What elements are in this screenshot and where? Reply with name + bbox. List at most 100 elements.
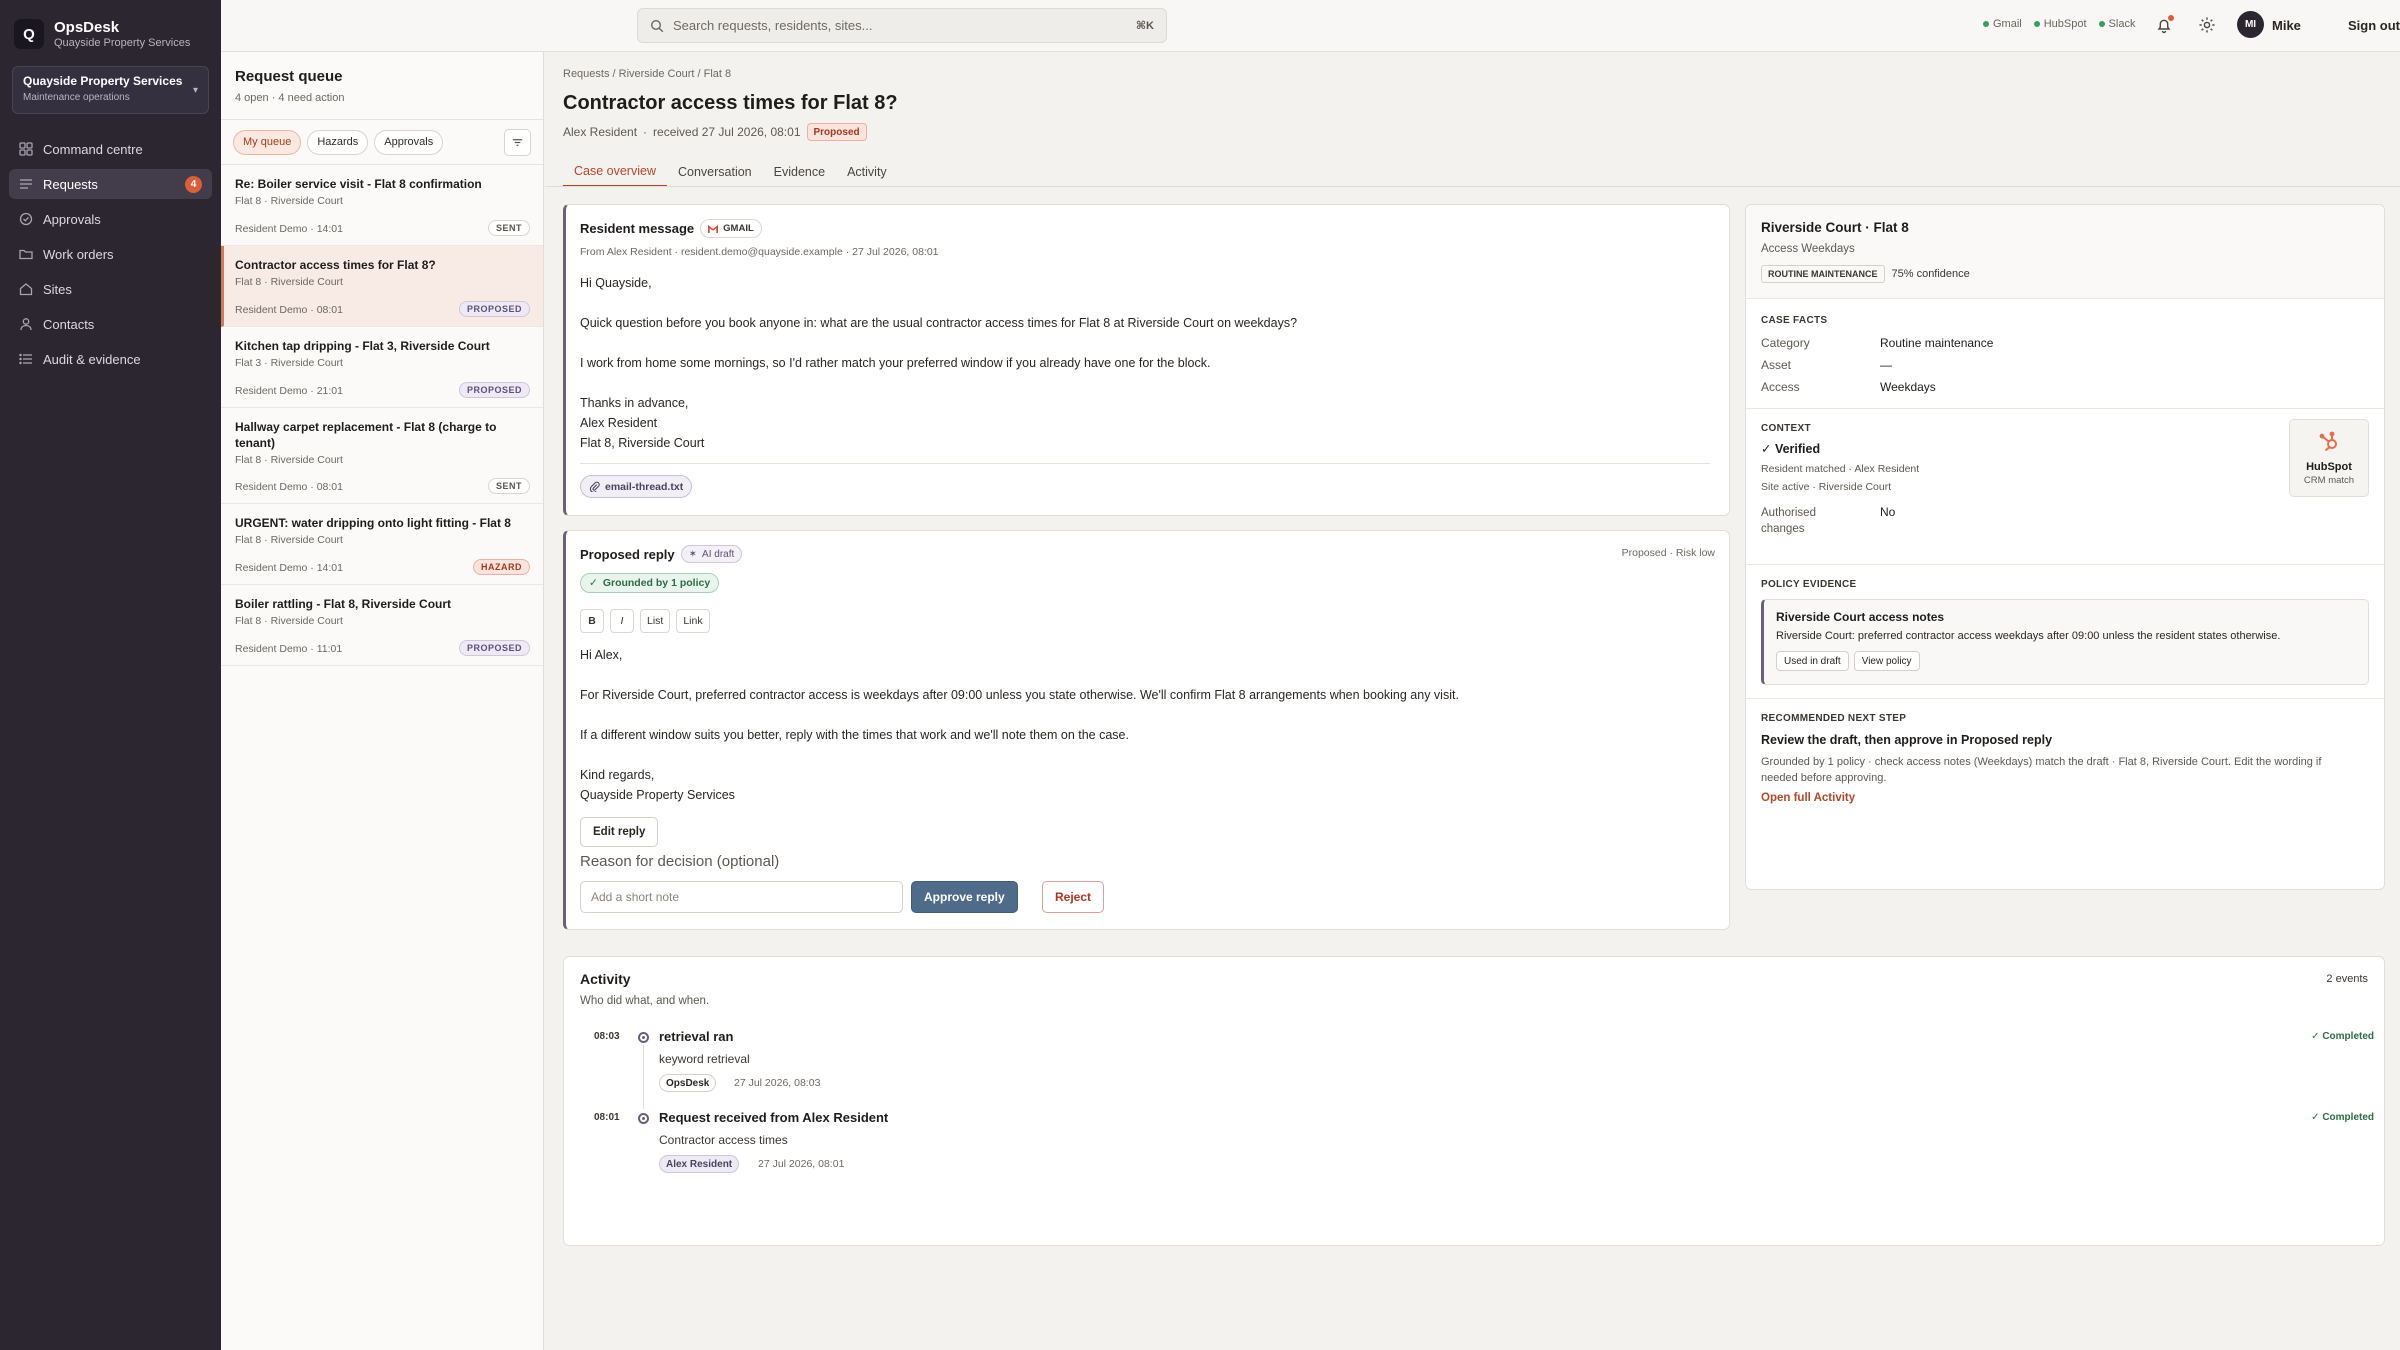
gmail-source-badge: GMAIL (700, 219, 762, 238)
used-in-draft-button[interactable]: Used in draft (1776, 651, 1849, 671)
reply-line: For Riverside Court, preferred contracto… (580, 688, 1459, 702)
search-input[interactable] (673, 18, 1136, 33)
status-badge: HAZARD (473, 559, 530, 575)
list-button[interactable]: List (640, 609, 671, 633)
sidebar-item-work-orders[interactable]: Work orders (9, 239, 212, 269)
reply-line: If a different window suits you better, … (580, 728, 1129, 742)
format-toolbar: B I List Link (580, 609, 716, 633)
integration-slack[interactable]: Slack (2098, 18, 2135, 30)
sidebar-item-label: Work orders (43, 246, 114, 262)
integration-hubspot[interactable]: HubSpot (2033, 18, 2087, 30)
fact-key: Access (1761, 380, 1800, 394)
case-received: received 27 Jul 2026, 08:01 (653, 125, 801, 139)
queue-item-location: Flat 3 · Riverside Court (235, 357, 343, 369)
queue-item-title: Re: Boiler service visit - Flat 8 confir… (235, 177, 482, 191)
avatar[interactable]: MI (2237, 11, 2264, 38)
integration-gmail[interactable]: Gmail (1983, 18, 2022, 30)
queue-item-title: Contractor access times for Flat 8? (235, 258, 436, 272)
message-line: Flat 8, Riverside Court (580, 436, 705, 450)
queue-item[interactable]: Hallway carpet replacement - Flat 8 (cha… (221, 408, 543, 504)
grounded-badge[interactable]: ✓ Grounded by 1 policy (580, 573, 720, 593)
paperclip-icon (589, 481, 600, 492)
fact-row: Asset — (1761, 354, 2361, 376)
link-button[interactable]: Link (676, 609, 710, 633)
ai-draft-badge: ✶ AI draft (680, 545, 743, 563)
brand[interactable]: Q OpsDesk Quayside Property Services (0, 0, 221, 52)
filter-my-queue[interactable]: My queue (233, 129, 302, 155)
queue-filters: My queue Hazards Approvals (221, 120, 543, 165)
sidebar-item-contacts[interactable]: Contacts (9, 309, 212, 339)
tab-evidence[interactable]: Evidence (763, 157, 836, 187)
sidebar-item-sites[interactable]: Sites (9, 274, 212, 304)
resident-message-heading: Resident message (580, 221, 695, 236)
check-icon: ✓ (589, 577, 598, 589)
request-queue: Request queue 4 open · 4 need action My … (221, 52, 544, 1350)
breadcrumb[interactable]: Requests / Riverside Court / Flat 8 (563, 68, 731, 80)
sign-out-button[interactable]: Sign out (2348, 18, 2400, 33)
authorised-changes-value: No (1880, 505, 1896, 519)
queue-item[interactable]: Boiler rattling - Flat 8, Riverside Cour… (221, 585, 543, 666)
sidebar-item-label: Approvals (43, 211, 101, 227)
queue-item[interactable]: URGENT: water dripping onto light fittin… (221, 504, 543, 585)
tab-activity[interactable]: Activity (836, 157, 898, 187)
message-from: From Alex Resident · resident.demo@quays… (580, 246, 939, 258)
reply-line: Kind regards, (580, 768, 655, 782)
reject-button[interactable]: Reject (1042, 881, 1105, 913)
status-dot-icon (1983, 21, 1989, 27)
decision-note-input[interactable] (580, 881, 903, 913)
hubspot-crm-match[interactable]: HubSpot CRM match (2289, 419, 2369, 497)
queue-item-title: URGENT: water dripping onto light fittin… (235, 516, 511, 530)
folder-icon (19, 247, 33, 261)
event-status: ✓ Completed (2311, 1031, 2374, 1042)
open-activity-link[interactable]: Open full Activity (1761, 792, 1855, 804)
policy-card: Riverside Court access notes Riverside C… (1761, 599, 2369, 685)
filter-hazards[interactable]: Hazards (307, 129, 369, 155)
status-badge: SENT (487, 478, 530, 494)
hubspot-icon (2319, 431, 2337, 452)
tab-conversation[interactable]: Conversation (667, 157, 763, 187)
site-active: Site active · Riverside Court (1761, 481, 1892, 493)
status-badge: PROPOSED (458, 382, 530, 398)
integration-label: HubSpot (2043, 18, 2087, 30)
sidebar-item-command-centre[interactable]: Command centre (9, 134, 212, 164)
italic-button[interactable]: I (610, 609, 634, 633)
queue-item[interactable]: Contractor access times for Flat 8? Flat… (221, 246, 543, 327)
next-step-label: RECOMMENDED NEXT STEP (1761, 713, 1907, 724)
edit-reply-button[interactable]: Edit reply (580, 817, 659, 847)
sidebar-item-approvals[interactable]: Approvals (9, 204, 212, 234)
org-switcher[interactable]: Quayside Property Services Maintenance o… (12, 66, 209, 114)
filter-icon[interactable] (504, 129, 531, 156)
bold-button[interactable]: B (580, 609, 604, 633)
view-policy-button[interactable]: View policy (1853, 651, 1920, 671)
queue-item-title: Hallway carpet replacement - Flat 8 (cha… (235, 420, 497, 450)
filter-approvals[interactable]: Approvals (374, 129, 444, 155)
message-body: Hi Quayside, Quick question before you b… (580, 273, 1710, 453)
event-sub: Contractor access times (659, 1133, 788, 1147)
status-badge: PROPOSED (458, 640, 530, 656)
brand-name: OpsDesk (54, 18, 120, 36)
sidebar-item-audit[interactable]: Audit & evidence (9, 344, 212, 374)
context-label: CONTEXT (1761, 423, 1811, 434)
sidebar-item-requests[interactable]: Requests 4 (9, 169, 212, 199)
fact-value: — (1880, 358, 1892, 372)
queue-item[interactable]: Re: Boiler service visit - Flat 8 confir… (221, 165, 543, 246)
sidebar-item-label: Requests (43, 176, 98, 192)
attachment-chip[interactable]: email-thread.txt (580, 475, 693, 498)
next-step-title: Review the draft, then approve in Propos… (1761, 733, 2053, 747)
tab-case-overview[interactable]: Case overview (563, 157, 667, 187)
queue-item[interactable]: Kitchen tap dripping - Flat 3, Riverside… (221, 327, 543, 408)
fact-row: Access Weekdays (1761, 376, 2361, 398)
case-resident: Alex Resident (563, 125, 638, 139)
site-title: Riverside Court · Flat 8 (1761, 220, 1909, 235)
search-bar[interactable]: ⌘K (637, 8, 1167, 43)
search-icon (650, 19, 664, 32)
user-name[interactable]: Mike (2272, 18, 2301, 33)
queue-item-meta: Resident Demo · 14:01 (235, 562, 343, 574)
bell-icon[interactable] (2154, 15, 2174, 35)
fact-value: Routine maintenance (1880, 336, 1994, 350)
activity-card: Activity Who did what, and when. 2 event… (563, 956, 2385, 1246)
gear-icon[interactable] (2197, 15, 2217, 35)
approve-reply-button[interactable]: Approve reply (911, 881, 1018, 913)
reply-editor[interactable]: Hi Alex, For Riverside Court, preferred … (580, 645, 1710, 805)
gmail-source-label: GMAIL (723, 223, 754, 234)
